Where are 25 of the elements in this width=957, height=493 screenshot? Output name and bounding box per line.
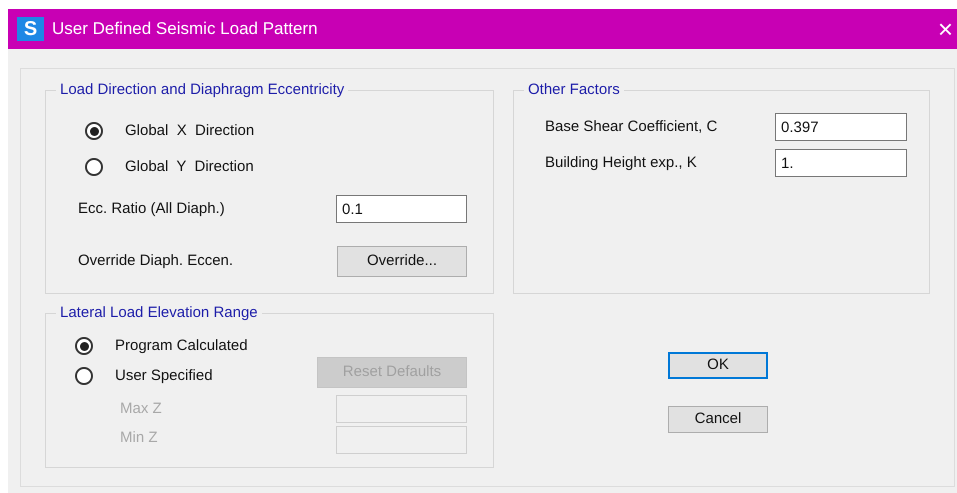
override-button[interactable]: Override... [337,246,467,277]
ok-button[interactable]: OK [668,352,768,379]
radio-label: User Specified [115,366,213,386]
cancel-button[interactable]: Cancel [668,406,768,433]
radio-button[interactable] [75,367,93,385]
field-label: Building Height exp., K [545,152,697,173]
input-field[interactable]: 0.397 [775,113,907,141]
app-icon: S [17,17,44,41]
window-title: User Defined Seismic Load Pattern [52,18,318,40]
radio-button[interactable] [85,158,103,176]
field-label: Max Z [120,399,163,419]
group-title: Lateral Load Elevation Range [56,303,262,323]
input-field[interactable]: 1. [775,149,907,177]
radio-label: Program Calculated [115,336,248,356]
field-label: Override Diaph. Eccen. [78,251,234,272]
field-label: Min Z [120,428,158,448]
radio-label: Global X Direction [125,120,254,141]
radio-label: Global Y Direction [125,156,254,177]
close-button[interactable]: × [936,16,955,42]
field-label: Base Shear Coefficient, C [545,116,718,137]
input-field[interactable]: 0.1 [336,195,467,223]
group-title: Load Direction and Diaphragm Eccentricity [56,80,348,100]
radio-button[interactable] [75,337,93,355]
radio-button[interactable] [85,122,103,140]
field-label: Ecc. Ratio (All Diaph.) [78,198,225,219]
